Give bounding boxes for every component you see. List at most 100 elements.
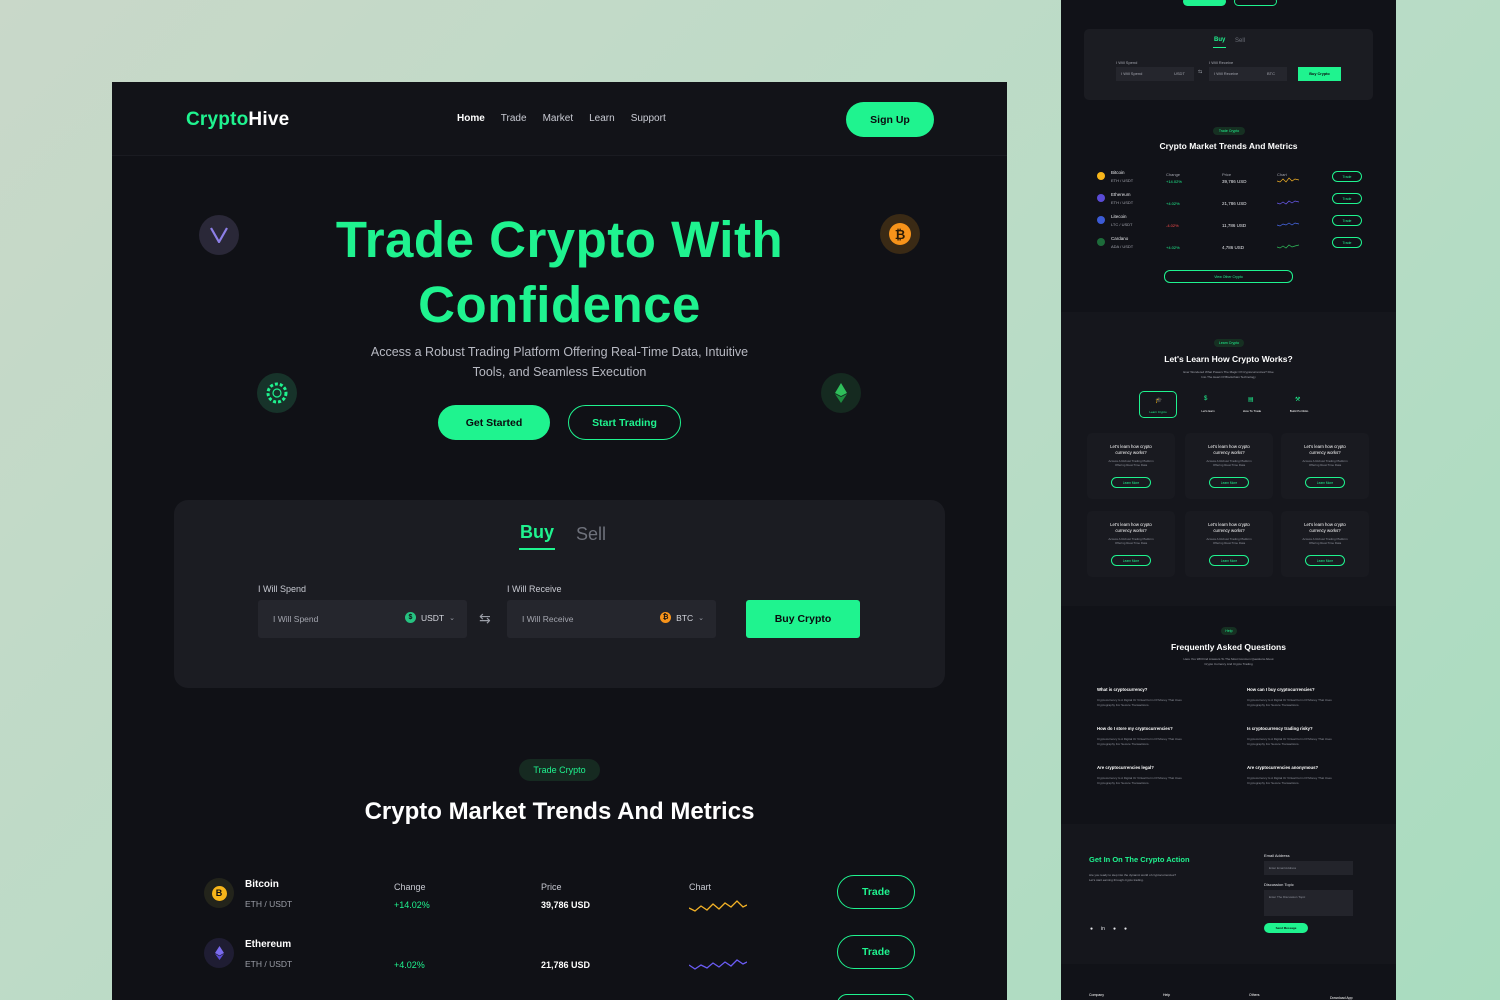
learn-crypto-tag: Learn Crypto [1214, 339, 1244, 347]
learn-card: Let's learn how crypto currency works? Ac… [1281, 511, 1369, 577]
buy-crypto-button[interactable]: Buy Crypto [1298, 67, 1341, 81]
receive-field[interactable]: I Will Receive ₿ BTC ⌄ [507, 600, 716, 638]
nav-item-learn[interactable]: Learn [589, 113, 615, 124]
portfolio-icon: ⚒ [1295, 397, 1301, 403]
chart-icon: ▤ [1248, 397, 1254, 403]
nav-item-trade[interactable]: Trade [501, 113, 527, 124]
faq-question[interactable]: Are cryptocurrencies legal? [1097, 765, 1154, 770]
contact-description: Are you ready to step into the dynamic w… [1089, 873, 1177, 882]
trade-button[interactable]: Trade [1332, 171, 1362, 182]
start-trading-button[interactable]: Start Trading [568, 405, 681, 440]
send-message-button[interactable]: Send Message [1264, 923, 1308, 933]
faq-title: Frequently Asked Questions [1171, 642, 1286, 652]
faq-subtitle: Here You Will Find Answers To The Most C… [1183, 657, 1274, 666]
github-icon[interactable]: ● [1090, 926, 1093, 932]
trade-button[interactable]: Trade [1332, 237, 1362, 248]
tab-buy[interactable]: Buy [1214, 37, 1225, 43]
top-navbar: CryptoHive Home Trade Market Learn Suppo… [112, 82, 1007, 156]
spend-field[interactable]: I Will Spend $ USDT ⌄ [258, 600, 467, 638]
learn-card: Let's learn how crypto currency works? Ac… [1185, 511, 1273, 577]
tab-sell[interactable]: Sell [576, 524, 606, 545]
help-tag: Help [1221, 627, 1237, 635]
footer-col-download: Download App [1330, 996, 1353, 1000]
trade-crypto-tag: Trade Crypto [519, 759, 600, 781]
ethereum-sparkline [1277, 200, 1299, 205]
market-row-bitcoin: B Bitcoin ETH / USDT Change +14.02% Pric… [112, 875, 1007, 928]
polkadot-coin-icon [257, 373, 297, 413]
market-section-title: Crypto Market Trends And Metrics [364, 798, 755, 825]
start-trading-button[interactable] [1234, 0, 1277, 6]
tab-lets-earn[interactable]: $ Let's Earn [1189, 391, 1227, 418]
get-started-button[interactable] [1183, 0, 1226, 6]
email-field[interactable]: Enter Email Address [1264, 861, 1353, 875]
faq-question[interactable]: How can I buy cryptocurrencies? [1247, 687, 1315, 692]
sign-up-button[interactable]: Sign Up [846, 102, 934, 137]
tab-how-to-trade[interactable]: ▤ How To Trade [1233, 391, 1271, 418]
learn-subtitle: Ever Wondered What Powers The Magic Of C… [1183, 370, 1274, 379]
social-links: ● in ● ● [1090, 926, 1127, 932]
faq-question[interactable]: What is cryptocurrency? [1097, 687, 1147, 692]
learn-more-button[interactable]: Learn More [1111, 477, 1151, 488]
cardano-icon [1097, 238, 1105, 246]
trade-button[interactable]: Trade [1332, 193, 1362, 204]
discord-icon[interactable]: ● [1124, 926, 1127, 932]
chevron-down-icon: ⌄ [449, 614, 455, 622]
swap-icon[interactable]: ⇆ [1198, 69, 1202, 75]
learn-more-button[interactable]: Learn More [1209, 477, 1249, 488]
tab-sell[interactable]: Sell [1235, 38, 1245, 44]
trade-button[interactable]: Trade [837, 935, 915, 969]
exchange-widget: Buy Sell I Will Spend I Will Spend USDT … [1084, 29, 1373, 100]
faq-question[interactable]: Is cryptocurrency trading risky? [1247, 726, 1313, 731]
market-row-ethereum: Ethereum ETH / USDT +4.02% 21,786 USD Tr… [112, 935, 1007, 988]
logo[interactable]: CryptoHive [186, 109, 289, 131]
spend-currency-select[interactable]: $ USDT ⌄ [404, 612, 455, 623]
ethereum-classic-coin-icon [821, 373, 861, 413]
get-started-button[interactable]: Get Started [438, 405, 550, 440]
tab-build-portfolio[interactable]: ⚒ Build Portfolio [1280, 391, 1318, 418]
side-preview-page: Buy Sell I Will Spend I Will Spend USDT … [1061, 0, 1396, 1000]
buy-crypto-button[interactable]: Buy Crypto [746, 600, 860, 638]
receive-label: I Will Receive [507, 584, 562, 594]
faq-question[interactable]: How do I store my cryptocurrencies? [1097, 726, 1173, 731]
nav-item-home[interactable]: Home [457, 113, 485, 124]
tab-learn-crypto[interactable]: 🎓 Learn Crypto [1139, 391, 1177, 418]
footer-col-company: Company [1089, 993, 1104, 997]
learn-more-button[interactable]: Learn More [1209, 555, 1249, 566]
footer-col-others: Others [1249, 993, 1260, 997]
swap-icon[interactable]: ⇆ [479, 610, 491, 627]
view-other-crypto-button[interactable]: View Other Crypto [1164, 270, 1293, 283]
hero-subtitle: Access a Robust Trading Platform Offerin… [370, 345, 749, 379]
bitcoin-sparkline [689, 900, 747, 912]
learn-section-title: Let's Learn How Crypto Works? [1164, 354, 1293, 364]
faq-answer: Cryptocurrency Is A Digital Or Virtual F… [1247, 776, 1332, 785]
trade-button[interactable]: Trade [1332, 215, 1362, 226]
spend-label: I Will Spend [258, 584, 307, 594]
discussion-topic-field[interactable]: Enter The Discussion Topic [1264, 890, 1353, 916]
faq-answer: Cryptocurrency Is A Digital Or Virtual F… [1097, 737, 1182, 746]
tab-buy[interactable]: Buy [520, 522, 554, 543]
nav-item-support[interactable]: Support [631, 113, 666, 124]
receive-field[interactable]: I Will Receive BTC [1209, 67, 1287, 81]
learn-more-button[interactable]: Learn More [1111, 555, 1151, 566]
trade-button[interactable] [837, 994, 915, 1000]
receive-currency-select[interactable]: ₿ BTC ⌄ [660, 612, 704, 623]
bitcoin-sparkline [1277, 177, 1299, 183]
spend-field[interactable]: I Will Spend USDT [1116, 67, 1194, 81]
learn-card: Let's learn how crypto currency works? Ac… [1281, 433, 1369, 499]
faq-answer: Cryptocurrency Is A Digital Or Virtual F… [1097, 698, 1182, 707]
ethereum-icon [204, 938, 234, 968]
skype-icon[interactable]: ● [1113, 926, 1116, 932]
learn-more-button[interactable]: Learn More [1305, 477, 1345, 488]
nav-item-market[interactable]: Market [543, 113, 574, 124]
bitcoin-icon [1097, 172, 1105, 180]
linkedin-icon[interactable]: in [1101, 926, 1105, 932]
faq-question[interactable]: Are cryptocurrencies anonymous? [1247, 765, 1318, 770]
trade-button[interactable]: Trade [837, 875, 915, 909]
exchange-widget: Buy Sell I Will Spend I Will Spend $ USD… [174, 500, 945, 688]
learn-more-button[interactable]: Learn More [1305, 555, 1345, 566]
learn-card: Let's learn how crypto currency works? Ac… [1087, 511, 1175, 577]
learn-card: Let's learn how crypto currency works? Ac… [1185, 433, 1273, 499]
litecoin-sparkline [1277, 222, 1299, 227]
usdt-icon: $ [404, 612, 416, 623]
nav-menu: Home Trade Market Learn Support [457, 113, 666, 124]
